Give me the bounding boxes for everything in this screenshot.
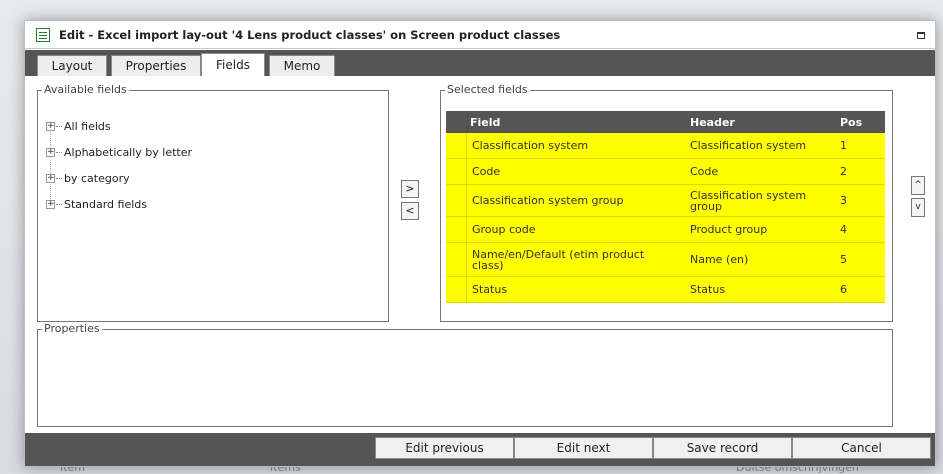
- table-row[interactable]: Status Status 6: [446, 277, 885, 303]
- cell-field: Code: [472, 165, 501, 178]
- tab-layout[interactable]: Layout: [37, 55, 107, 76]
- cell-header: Name (en): [690, 253, 749, 266]
- expand-icon[interactable]: +: [46, 122, 55, 131]
- expand-icon[interactable]: +: [46, 174, 55, 183]
- cell-field: Classification system: [472, 139, 589, 152]
- expand-icon[interactable]: +: [46, 148, 55, 157]
- cell-header: Classification system group: [690, 188, 807, 213]
- column-header-pos[interactable]: Pos: [840, 111, 880, 133]
- title-bar: Edit - Excel import lay-out '4 Lens prod…: [25, 21, 935, 49]
- edit-dialog: Edit - Excel import lay-out '4 Lens prod…: [24, 20, 936, 467]
- cell-pos: 5: [840, 253, 847, 266]
- tab-properties[interactable]: Properties: [111, 55, 201, 76]
- cell-header: Product group: [690, 223, 768, 236]
- cell-header: Status: [690, 283, 726, 296]
- cell-field: Status: [472, 283, 508, 296]
- tab-fields[interactable]: Fields: [201, 53, 265, 76]
- move-up-button[interactable]: ^: [911, 176, 925, 195]
- grid-header-row: Field Header Pos: [446, 111, 885, 133]
- maximize-icon[interactable]: [917, 32, 925, 39]
- tree-item-label: All fields: [64, 120, 111, 133]
- tree-item-label: Alphabetically by letter: [64, 146, 193, 159]
- table-row[interactable]: Group code Product group 4: [446, 217, 885, 243]
- cell-pos: 1: [840, 139, 847, 152]
- column-header-header[interactable]: Header: [690, 111, 825, 133]
- column-header-field[interactable]: Field: [470, 111, 680, 133]
- window-title: Edit - Excel import lay-out '4 Lens prod…: [59, 28, 561, 42]
- tab-bar: Layout Properties Fields Memo: [25, 50, 935, 76]
- available-fields-legend: Available fields: [42, 83, 129, 96]
- cell-header: Classification system: [690, 139, 807, 152]
- table-row[interactable]: Classification system group Classificati…: [446, 185, 885, 217]
- selected-fields-legend: Selected fields: [445, 83, 530, 96]
- cell-pos: 3: [840, 194, 847, 207]
- selected-fields-panel: Selected fields Field Header Pos Classif…: [440, 83, 893, 322]
- cell-header: Code: [690, 165, 719, 178]
- table-row[interactable]: Code Code 2: [446, 159, 885, 185]
- tree-connector: [50, 127, 51, 207]
- available-fields-panel: Available fields + All fields + Alphabet…: [37, 83, 389, 322]
- tab-memo[interactable]: Memo: [269, 55, 335, 76]
- tree-item-label: by category: [64, 172, 130, 185]
- edit-next-button[interactable]: Edit next: [514, 437, 653, 459]
- properties-legend: Properties: [42, 322, 102, 335]
- remove-field-button[interactable]: <: [401, 202, 419, 220]
- expand-icon[interactable]: +: [46, 200, 55, 209]
- add-field-button[interactable]: >: [401, 180, 419, 198]
- cell-field: Name/en/Default (etim product class): [472, 247, 645, 272]
- form-icon: [36, 28, 50, 42]
- edit-previous-button[interactable]: Edit previous: [375, 437, 514, 459]
- cell-field: Classification system group: [472, 194, 624, 207]
- tab-content-fields: Available fields + All fields + Alphabet…: [25, 76, 935, 433]
- tree-item-label: Standard fields: [64, 198, 148, 211]
- cell-pos: 2: [840, 165, 847, 178]
- save-record-button[interactable]: Save record: [653, 437, 792, 459]
- table-row[interactable]: Name/en/Default (etim product class) Nam…: [446, 243, 885, 277]
- cancel-button[interactable]: Cancel: [792, 437, 931, 459]
- table-row[interactable]: Classification system Classification sys…: [446, 133, 885, 159]
- action-bar: Edit previous Edit next Save record Canc…: [25, 433, 935, 466]
- move-down-button[interactable]: v: [911, 198, 925, 217]
- cell-pos: 6: [840, 283, 847, 296]
- cell-field: Group code: [472, 223, 536, 236]
- properties-panel: Properties: [37, 322, 893, 427]
- cell-pos: 4: [840, 223, 847, 236]
